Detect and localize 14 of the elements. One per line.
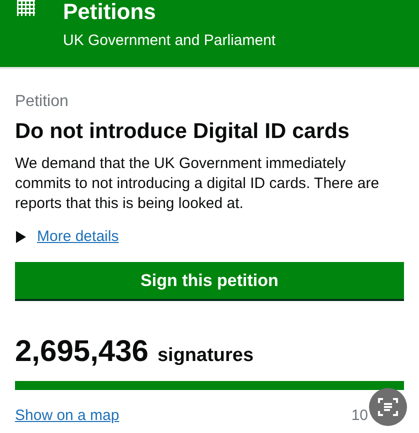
show-on-map-link[interactable]: Show on a map	[15, 407, 120, 424]
site-subtitle: UK Government and Parliament	[63, 32, 276, 49]
petition-description: We demand that the UK Government immediately commits to not introducing a digital ID cards. There are reports that this is being looked at.	[15, 154, 380, 214]
more-details-link[interactable]: More details	[15, 228, 404, 245]
scan-text-icon	[378, 397, 398, 417]
petition-label: Petition	[15, 93, 70, 111]
scan-text-button[interactable]	[369, 388, 407, 426]
site-title: Petitions	[63, 0, 157, 24]
petition-title: Do not introduce Digital ID cards	[15, 119, 350, 144]
sign-petition-button[interactable]: Sign this petition	[15, 262, 404, 299]
signature-count: 2,695,436	[15, 335, 148, 369]
signatures-label: signatures	[157, 345, 254, 367]
target-count: 10	[351, 407, 368, 424]
triangle-icon	[15, 230, 27, 242]
